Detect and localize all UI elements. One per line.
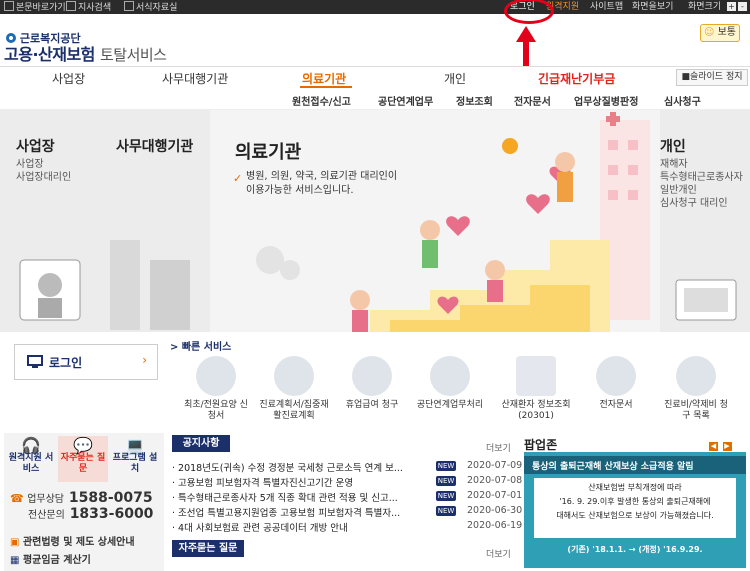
book-icon: ▣ bbox=[10, 537, 20, 548]
law-guide-link[interactable]: ▣ 관련법령 및 제도 상세안내 bbox=[10, 533, 135, 548]
popup-banner-header: 통상의 출퇴근재해 산재보상 소급적용 알림 bbox=[524, 456, 746, 474]
quick-care-plan[interactable]: 진료계획서/집중재활진료계획 bbox=[258, 356, 330, 422]
font-decrease-button[interactable]: - bbox=[738, 2, 747, 11]
popup-zone-title: 팝업존 bbox=[524, 438, 558, 452]
login-button[interactable]: 로그인 › bbox=[14, 344, 158, 380]
site-logo[interactable]: 고용·산재보험 토탈서비스 bbox=[4, 41, 167, 65]
hero-right-panel[interactable]: 개인 재해자 특수형태근로종사자 일반개인 심사청구 대리인 bbox=[660, 110, 750, 332]
hero-right-sub-4: 심사청구 대리인 bbox=[660, 198, 728, 209]
smile-icon: ☺ bbox=[703, 27, 715, 38]
phone-icon: ☎ bbox=[10, 492, 24, 505]
headset-icon: 🎧 bbox=[21, 436, 41, 455]
gnb-agency[interactable]: 사무대행기관 bbox=[162, 70, 228, 87]
hero-left-sub-1: 사업장 bbox=[16, 159, 44, 170]
top-utility-bar: 본문바로가기 지사검색 서식자료실 로그인 원격지원 사이트맵 화면을보기 화면… bbox=[0, 0, 750, 14]
wage-calculator-link[interactable]: ▦ 평균임금 계산기 bbox=[10, 551, 91, 566]
quick-patient-info[interactable]: 산재환자 정보조회(20301) bbox=[500, 356, 572, 422]
program-install-button[interactable]: 💻 프로그램 설치 bbox=[110, 436, 160, 475]
heart-plus-icon bbox=[274, 356, 314, 396]
gnb-individual[interactable]: 개인 bbox=[444, 70, 466, 87]
branch-search-link[interactable]: 지사검색 bbox=[66, 1, 111, 14]
popup-banner[interactable]: 통상의 출퇴근재해 산재보상 소급적용 알림 산재보험법 부칙개정에 따라 '1… bbox=[524, 452, 746, 568]
forms-library-link[interactable]: 서식자료실 bbox=[124, 1, 177, 14]
popup-prev-button[interactable]: ◀ bbox=[709, 442, 718, 451]
subnav-e-document[interactable]: 전자문서 bbox=[514, 93, 551, 108]
hero-right-sub-2: 특수형태근로종사자 bbox=[660, 172, 743, 183]
notice-row[interactable]: · 고용보험 피보험자격 특별자진신고기간 운영 NEW 2020-07-08 bbox=[172, 475, 522, 490]
hero-agency-title: 사무대행기관 bbox=[116, 139, 194, 155]
heart-plus-icon bbox=[196, 356, 236, 396]
notice-row[interactable]: · 조선업 특별고용지원업종 고용보험 피보험자격 특별자... NEW 202… bbox=[172, 505, 522, 520]
quick-first-care-request[interactable]: 최초/전원요양 신청서 bbox=[180, 356, 252, 422]
gnb-active-underline bbox=[300, 86, 352, 88]
notice-row[interactable]: · 4대 사회보험료 관련 공공데이터 개방 안내 2020-06-19 bbox=[172, 520, 522, 535]
subnav-info-lookup[interactable]: 정보조회 bbox=[456, 93, 493, 108]
skip-to-content-link[interactable]: 본문바로가기 bbox=[4, 1, 66, 14]
notice-tab[interactable]: 공지사항 bbox=[172, 435, 230, 452]
heart-plus-icon bbox=[430, 356, 470, 396]
e-document-icon bbox=[596, 356, 636, 396]
speech-bubble-icon: 💬 bbox=[73, 436, 93, 455]
calculator-icon: ▦ bbox=[10, 555, 20, 566]
new-badge: NEW bbox=[436, 461, 456, 471]
sitemap-link[interactable]: 사이트맵 bbox=[590, 1, 623, 13]
new-badge: NEW bbox=[436, 476, 456, 486]
slide-stop-button[interactable]: ■슬라이드 정지 bbox=[676, 69, 748, 86]
font-size-label: 화면크기 bbox=[688, 2, 722, 12]
new-badge: NEW bbox=[436, 491, 456, 501]
hero-right-sub-3: 일반개인 bbox=[660, 185, 697, 196]
font-mode-badge[interactable]: ☺ 보통 bbox=[700, 24, 740, 42]
quick-services-title: > 빠른 서비스 bbox=[170, 342, 232, 353]
hero-left-sub-2: 사업장대리인 bbox=[16, 172, 72, 183]
new-badge: NEW bbox=[436, 506, 456, 516]
quick-linked-work[interactable]: 공단연계업무처리 bbox=[414, 356, 486, 411]
gnb-emergency-donation[interactable]: 긴급재난기부금 bbox=[538, 70, 615, 87]
subnav-linked-work[interactable]: 공단연계업무 bbox=[378, 93, 433, 108]
monitor-icon bbox=[27, 355, 43, 368]
subnav-disease-judgment[interactable]: 업무상질병판정 bbox=[574, 93, 638, 108]
hero-individual-title: 개인 bbox=[660, 139, 686, 155]
notice-row[interactable]: · 특수형태근로종사자 5개 직종 확대 관련 적용 및 신고... NEW 2… bbox=[172, 490, 522, 505]
remote-support-button[interactable]: 🎧 원격지원 서비스 bbox=[6, 436, 56, 475]
quick-leave-benefit[interactable]: 휴업급여 청구 bbox=[336, 356, 408, 411]
sub-navigation: 원천접수/신고 공단연계업무 정보조회 전자문서 업무상질병판정 심사청구 bbox=[0, 89, 750, 110]
screen-view-link[interactable]: 화면을보기 bbox=[632, 1, 673, 13]
worker-illustration-icon bbox=[19, 240, 190, 330]
font-increase-button[interactable]: + bbox=[727, 2, 736, 11]
document-icon bbox=[124, 1, 134, 11]
call-center-phone: 전산문의 1833-6000 bbox=[28, 506, 154, 522]
hero-right-sub-1: 재해자 bbox=[660, 159, 688, 170]
subnav-review-request[interactable]: 심사청구 bbox=[664, 93, 701, 108]
hero-left-panel[interactable]: 사업장 사무대행기관 사업장 사업장대리인 bbox=[0, 110, 210, 332]
faq-tab[interactable]: 자주묻는 질문 bbox=[172, 540, 244, 557]
notice-row[interactable]: · 2018년도(귀속) 수정 경정분 국세청 근로소득 연계 보... NEW… bbox=[172, 460, 522, 475]
hero-business-title: 사업장 bbox=[16, 139, 55, 155]
computer-icon: 💻 bbox=[125, 436, 145, 455]
stethoscope-icon bbox=[676, 356, 716, 396]
hero-illustration-icon bbox=[256, 112, 650, 332]
chevron-right-icon: › bbox=[142, 353, 147, 367]
popup-banner-date: (기존) '18.1.1. → (개정) '16.9.29. bbox=[567, 545, 703, 554]
gnb-medical[interactable]: 의료기관 bbox=[302, 70, 346, 87]
faq-button[interactable]: 💬 자주묻는 질문 bbox=[58, 436, 108, 482]
quick-e-document[interactable]: 전자문서 bbox=[580, 356, 652, 411]
person-icon bbox=[66, 1, 76, 11]
bullet-icon bbox=[4, 1, 14, 11]
annotation-circle bbox=[504, 0, 554, 24]
gnb-business[interactable]: 사업장 bbox=[52, 70, 85, 87]
faq-more-link[interactable]: 더보기 bbox=[486, 547, 511, 560]
notice-more-link[interactable]: 더보기 bbox=[486, 441, 511, 454]
popup-next-button[interactable]: ▶ bbox=[722, 442, 732, 451]
popup-banner-body: 산재보험법 부칙개정에 따라 '16. 9. 29.이후 발생한 통상의 출퇴근… bbox=[534, 478, 736, 538]
subnav-receipt[interactable]: 원천접수/신고 bbox=[292, 93, 351, 108]
calculator-icon bbox=[516, 356, 556, 396]
consult-phone: ☎ 업무상담 1588-0075 bbox=[10, 490, 153, 506]
main-navigation: 사업장 사무대행기관 의료기관 개인 긴급재난기부금 ■슬라이드 정지 bbox=[0, 66, 750, 90]
quick-medical-fee-list[interactable]: 진료비/약제비 청구 목록 bbox=[660, 356, 732, 422]
desk-illustration-icon bbox=[675, 279, 737, 321]
heart-plus-icon bbox=[352, 356, 392, 396]
popup-controls: ◀ ▶ bbox=[708, 438, 732, 451]
